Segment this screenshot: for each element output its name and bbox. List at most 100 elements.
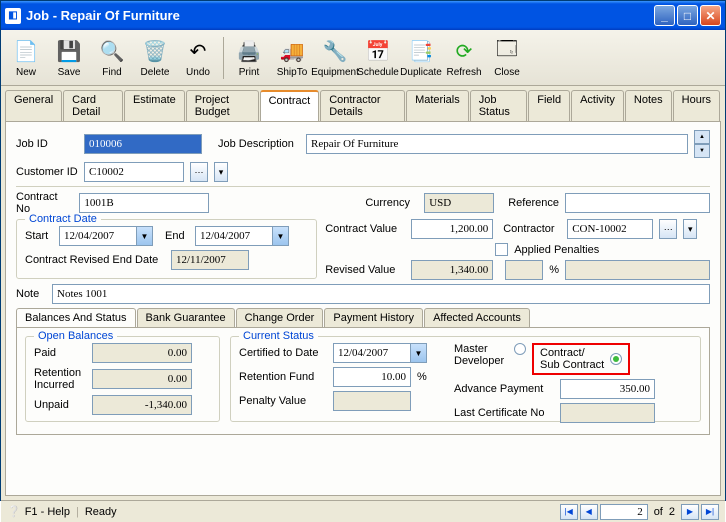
window-title: Job - Repair Of Furniture <box>26 8 180 23</box>
schedule-button[interactable]: 📅Schedule <box>357 33 399 83</box>
retention-label: Retention Incurred <box>34 367 86 391</box>
undo-button[interactable]: ↶Undo <box>177 33 219 83</box>
note-input[interactable] <box>52 284 710 304</box>
close-icon: 🗔 <box>493 37 521 65</box>
save-button[interactable]: 💾Save <box>48 33 90 83</box>
desc-spin-up[interactable]: ▲ <box>694 130 710 144</box>
total-pages: 2 <box>669 506 675 518</box>
contractor-lookup-button[interactable]: ⋯ <box>659 219 677 239</box>
close-button[interactable]: 🗔Close <box>486 33 528 83</box>
subtab-affected-accounts[interactable]: Affected Accounts <box>424 308 530 327</box>
minimize-button[interactable]: _ <box>654 5 675 26</box>
contract-no-label: Contract No <box>16 191 73 215</box>
pager: |◀ ◀ of 2 ▶ ▶| <box>560 504 719 520</box>
undo-icon: ↶ <box>184 37 212 65</box>
tab-project-budget[interactable]: Project Budget <box>186 90 259 121</box>
revised-end-label: Contract Revised End Date <box>25 254 165 266</box>
first-page-button[interactable]: |◀ <box>560 504 578 520</box>
currency-label: Currency <box>365 197 418 209</box>
paid-label: Paid <box>34 347 86 359</box>
open-balances-legend: Open Balances <box>34 330 117 342</box>
delete-icon: 🗑️ <box>141 37 169 65</box>
contractor-input[interactable] <box>567 219 653 239</box>
penalty-value-label: Penalty Value <box>239 395 327 407</box>
customer-dropdown[interactable]: ▾ <box>214 162 228 182</box>
of-label: of <box>654 506 663 518</box>
refresh-icon: ⟳ <box>450 37 478 65</box>
reference-input[interactable] <box>565 193 710 213</box>
retention-fund-label: Retention Fund <box>239 371 327 383</box>
duplicate-button[interactable]: 📑Duplicate <box>400 33 442 83</box>
customer-id-input[interactable] <box>84 162 184 182</box>
page-input[interactable] <box>600 504 648 520</box>
shipto-icon: 🚚 <box>278 37 306 65</box>
desc-spin-down[interactable]: ▼ <box>694 144 710 158</box>
tab-general[interactable]: General <box>5 90 62 121</box>
tab-job-status[interactable]: Job Status <box>470 90 528 121</box>
last-page-button[interactable]: ▶| <box>701 504 719 520</box>
certified-date-picker[interactable]: ▼ <box>411 343 427 363</box>
close-window-button[interactable]: ✕ <box>700 5 721 26</box>
certified-label: Certified to Date <box>239 347 327 359</box>
contractor-label: Contractor <box>503 223 561 235</box>
tab-contractor-details[interactable]: Contractor Details <box>320 90 405 121</box>
subtabs: Balances And Status Bank Guarantee Chang… <box>16 308 710 327</box>
tab-notes[interactable]: Notes <box>625 90 672 121</box>
pct-label: % <box>549 264 559 276</box>
subtab-bank-guarantee[interactable]: Bank Guarantee <box>137 308 235 327</box>
tab-card-detail[interactable]: Card Detail <box>63 90 123 121</box>
contractor-dropdown[interactable]: ▾ <box>683 219 697 239</box>
current-status-legend: Current Status <box>239 330 318 342</box>
job-id-input[interactable] <box>84 134 202 154</box>
reference-label: Reference <box>508 197 559 209</box>
start-date-picker[interactable]: ▼ <box>137 226 153 246</box>
equipment-button[interactable]: 🔧Equipment <box>314 33 356 83</box>
retention-fund-input[interactable] <box>333 367 411 387</box>
applied-penalties-label: Applied Penalties <box>514 244 599 256</box>
highlight-box: Contract/ Sub Contract <box>532 343 630 375</box>
next-page-button[interactable]: ▶ <box>681 504 699 520</box>
contract-no-input[interactable] <box>79 193 209 213</box>
start-label: Start <box>25 230 53 242</box>
tab-contract[interactable]: Contract <box>260 90 320 121</box>
save-icon: 💾 <box>55 37 83 65</box>
refresh-button[interactable]: ⟳Refresh <box>443 33 485 83</box>
print-button[interactable]: 🖨️Print <box>228 33 270 83</box>
start-date-input[interactable] <box>59 226 137 246</box>
revised-value-input <box>411 260 493 280</box>
subtab-payment-history[interactable]: Payment History <box>324 308 423 327</box>
retention-input <box>92 369 192 389</box>
master-dev-radio[interactable] <box>514 343 526 355</box>
end-date-picker[interactable]: ▼ <box>273 226 289 246</box>
contract-date-legend: Contract Date <box>25 213 101 225</box>
applied-penalties-checkbox[interactable] <box>495 243 508 256</box>
certified-date-input[interactable] <box>333 343 411 363</box>
shipto-button[interactable]: 🚚ShipTo <box>271 33 313 83</box>
customer-lookup-button[interactable]: ⋯ <box>190 162 208 182</box>
duplicate-icon: 📑 <box>407 37 435 65</box>
subtab-balances[interactable]: Balances And Status <box>16 308 136 327</box>
job-desc-input[interactable] <box>306 134 688 154</box>
last-cert-label: Last Certificate No <box>454 407 554 419</box>
help-icon: ❔ <box>7 505 21 518</box>
contract-sub-radio[interactable] <box>610 353 622 365</box>
contract-value-input[interactable] <box>411 219 493 239</box>
tab-hours[interactable]: Hours <box>673 90 720 121</box>
prev-page-button[interactable]: ◀ <box>580 504 598 520</box>
delete-button[interactable]: 🗑️Delete <box>134 33 176 83</box>
end-date-input[interactable] <box>195 226 273 246</box>
contract-value-label: Contract Value <box>325 223 405 235</box>
tab-field[interactable]: Field <box>528 90 570 121</box>
tab-estimate[interactable]: Estimate <box>124 90 185 121</box>
find-button[interactable]: 🔍Find <box>91 33 133 83</box>
subtab-change-order[interactable]: Change Order <box>236 308 324 327</box>
unpaid-label: Unpaid <box>34 399 86 411</box>
paid-input <box>92 343 192 363</box>
help-text: F1 - Help <box>25 506 70 518</box>
tab-materials[interactable]: Materials <box>406 90 469 121</box>
app-icon: ◧ <box>5 8 21 24</box>
maximize-button[interactable]: □ <box>677 5 698 26</box>
advance-payment-input[interactable] <box>560 379 655 399</box>
tab-activity[interactable]: Activity <box>571 90 624 121</box>
new-button[interactable]: 📄New <box>5 33 47 83</box>
